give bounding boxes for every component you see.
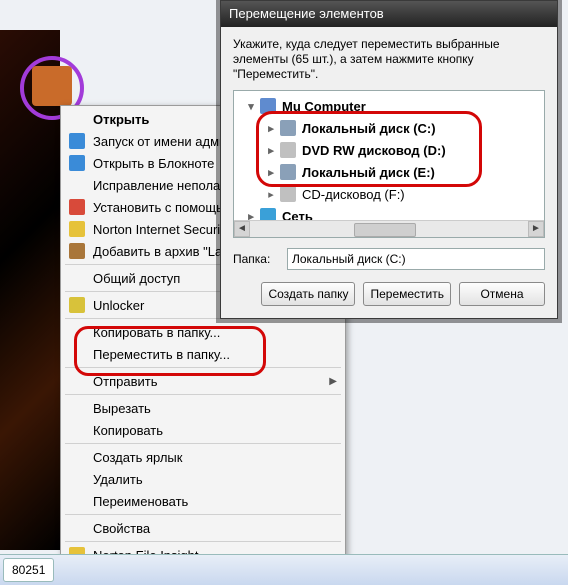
taskbar: 80251 bbox=[0, 554, 568, 585]
blue-icon bbox=[69, 155, 85, 171]
tree-expand-icon[interactable]: ▾ bbox=[246, 100, 256, 113]
menu-item-label: Копировать в папку... bbox=[93, 325, 220, 340]
brn-icon bbox=[69, 243, 85, 259]
red-icon bbox=[69, 199, 85, 215]
tree-expand-icon[interactable]: ▸ bbox=[266, 122, 276, 135]
menu-item-label: Исправление неполадок bbox=[93, 178, 241, 193]
dvd-icon bbox=[280, 186, 296, 202]
tree-item-label: Локальный диск (C:) bbox=[302, 121, 436, 136]
selected-icon-image bbox=[32, 66, 72, 106]
menu-item-label: Unlocker bbox=[93, 298, 144, 313]
menu-item[interactable]: Копировать bbox=[63, 419, 343, 441]
folder-field-label: Папка: bbox=[233, 252, 287, 266]
menu-separator bbox=[65, 367, 341, 368]
menu-item-label: Добавить в архив "Laun bbox=[93, 244, 237, 259]
menu-item-label: Удалить bbox=[93, 472, 143, 487]
dialog-title-text: Перемещение элементов bbox=[229, 6, 384, 21]
create-folder-button[interactable]: Создать папку bbox=[261, 282, 355, 306]
menu-item-label: Создать ярлык bbox=[93, 450, 182, 465]
menu-item[interactable]: Переименовать bbox=[63, 490, 343, 512]
folder-tree-box: ▾ Mu Computer ▸ Локальный диск (C:) ▸ DVD RW … bbox=[233, 90, 545, 238]
key-icon bbox=[69, 297, 85, 313]
menu-item[interactable]: Отправить ▶ bbox=[63, 370, 343, 392]
tree-item[interactable]: ▾ Mu Computer bbox=[240, 95, 538, 117]
menu-item[interactable]: Удалить bbox=[63, 468, 343, 490]
menu-separator bbox=[65, 541, 341, 542]
menu-item-label: Переместить в папку... bbox=[93, 347, 230, 362]
tree-item-label: Mu Computer bbox=[282, 99, 366, 114]
menu-item[interactable]: Вырезать bbox=[63, 397, 343, 419]
menu-item[interactable]: Создать ярлык bbox=[63, 446, 343, 468]
menu-item-label: Открыть в Блокноте bbox=[93, 156, 214, 171]
hdd-icon bbox=[280, 164, 296, 180]
cancel-button[interactable]: Отмена bbox=[459, 282, 545, 306]
yel-icon bbox=[69, 221, 85, 237]
dialog-title-bar[interactable]: Перемещение элементов bbox=[221, 1, 557, 27]
menu-item-label: Вырезать bbox=[93, 401, 151, 416]
menu-separator bbox=[65, 394, 341, 395]
menu-separator bbox=[65, 443, 341, 444]
menu-item-label: Общий доступ bbox=[93, 271, 180, 286]
folder-path-input[interactable] bbox=[287, 248, 545, 270]
tree-item[interactable]: ▸ Локальный диск (E:) bbox=[240, 161, 538, 183]
tree-expand-icon[interactable]: ▸ bbox=[266, 188, 276, 201]
menu-item-label: Отправить bbox=[93, 374, 157, 389]
menu-item-label: Переименовать bbox=[93, 494, 188, 509]
submenu-arrow-icon: ▶ bbox=[329, 376, 337, 387]
menu-item[interactable]: Переместить в папку... bbox=[63, 343, 343, 365]
tree-expand-icon[interactable]: ▸ bbox=[266, 144, 276, 157]
scroll-left-button[interactable]: ◄ bbox=[234, 221, 250, 237]
tree-item[interactable]: ▸ CD-дисковод (F:) bbox=[240, 183, 538, 205]
tree-horizontal-scrollbar[interactable]: ◄ ► bbox=[234, 220, 544, 237]
tree-expand-icon[interactable]: ▸ bbox=[266, 166, 276, 179]
menu-item-label: Открыть bbox=[93, 112, 149, 127]
tree-item[interactable]: ▸ DVD RW дисковод (D:) bbox=[240, 139, 538, 161]
menu-item-label: Norton Internet Security bbox=[93, 222, 230, 237]
tree-item-label: DVD RW дисковод (D:) bbox=[302, 143, 446, 158]
dvd-icon bbox=[280, 142, 296, 158]
menu-item-label: Копировать bbox=[93, 423, 163, 438]
dialog-instruction-text: Укажите, куда следует переместить выбран… bbox=[233, 37, 545, 82]
scroll-right-button[interactable]: ► bbox=[528, 221, 544, 237]
move-dialog: Перемещение элементов Укажите, куда след… bbox=[220, 0, 558, 319]
tree-item[interactable]: ▸ Локальный диск (C:) bbox=[240, 117, 538, 139]
hdd-icon bbox=[280, 120, 296, 136]
comp-icon bbox=[260, 98, 276, 114]
menu-item[interactable]: Копировать в папку... bbox=[63, 321, 343, 343]
tree-item-label: CD-дисковод (F:) bbox=[302, 187, 405, 202]
menu-item-label: Запуск от имени админи bbox=[93, 134, 241, 149]
move-button[interactable]: Переместить bbox=[363, 282, 451, 306]
tree-item-label: Локальный диск (E:) bbox=[302, 165, 435, 180]
menu-separator bbox=[65, 514, 341, 515]
blue-icon bbox=[69, 133, 85, 149]
menu-item-label: Свойства bbox=[93, 521, 150, 536]
scroll-thumb[interactable] bbox=[354, 223, 416, 237]
menu-item[interactable]: Свойства bbox=[63, 517, 343, 539]
taskbar-item[interactable]: 80251 bbox=[3, 558, 54, 582]
